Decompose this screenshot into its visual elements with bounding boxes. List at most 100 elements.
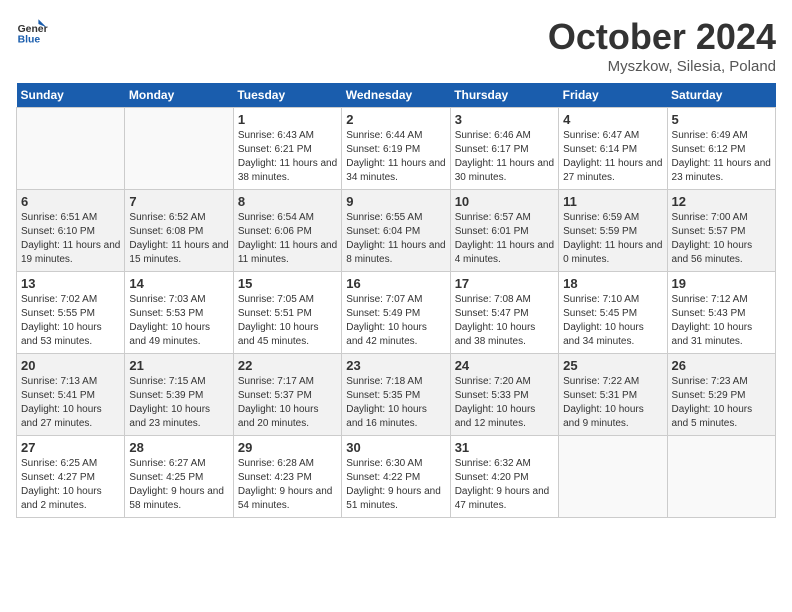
day-number: 15 xyxy=(238,276,337,291)
day-info: Sunrise: 7:05 AM Sunset: 5:51 PM Dayligh… xyxy=(238,293,337,349)
day-info: Sunrise: 7:00 AM Sunset: 5:57 PM Dayligh… xyxy=(672,211,771,267)
day-number: 21 xyxy=(129,358,228,373)
day-info: Sunrise: 6:27 AM Sunset: 4:25 PM Dayligh… xyxy=(129,457,228,513)
day-number: 17 xyxy=(455,276,554,291)
day-number: 23 xyxy=(346,358,445,373)
day-number: 31 xyxy=(455,440,554,455)
calendar-cell: 6 Sunrise: 6:51 AM Sunset: 6:10 PM Daylig… xyxy=(17,190,125,272)
calendar-cell: 8Sunrise: 6:54 AM Sunset: 6:06 PM Daylig… xyxy=(233,190,341,272)
calendar-cell: 12 Sunrise: 7:00 AM Sunset: 5:57 PM Dayli… xyxy=(667,190,775,272)
day-info: Sunrise: 6:28 AM Sunset: 4:23 PM Dayligh… xyxy=(238,457,337,513)
day-number: 3 xyxy=(455,112,554,127)
day-number: 27 xyxy=(21,440,120,455)
calendar-cell: 26 Sunrise: 7:23 AM Sunset: 5:29 PM Dayli… xyxy=(667,354,775,436)
day-info: Sunrise: 6:59 AM Sunset: 5:59 PM Dayligh… xyxy=(563,211,662,267)
calendar-cell xyxy=(17,108,125,190)
calendar-cell: 15 Sunrise: 7:05 AM Sunset: 5:51 PM Dayli… xyxy=(233,272,341,354)
calendar-cell: 28 Sunrise: 6:27 AM Sunset: 4:25 PM Dayli… xyxy=(125,436,233,518)
calendar-table: SundayMondayTuesdayWednesdayThursdayFrid… xyxy=(16,83,776,518)
calendar-cell: 21 Sunrise: 7:15 AM Sunset: 5:39 PM Dayli… xyxy=(125,354,233,436)
calendar-cell: 20 Sunrise: 7:13 AM Sunset: 5:41 PM Dayli… xyxy=(17,354,125,436)
day-number: 16 xyxy=(346,276,445,291)
day-info: Sunrise: 7:13 AM Sunset: 5:41 PM Dayligh… xyxy=(21,375,120,431)
calendar-cell: 25 Sunrise: 7:22 AM Sunset: 5:31 PM Dayli… xyxy=(559,354,667,436)
day-info: Sunrise: 6:52 AM Sunset: 6:08 PM Dayligh… xyxy=(129,211,228,267)
calendar-cell: 1 Sunrise: 6:43 AM Sunset: 6:21 PM Daylig… xyxy=(233,108,341,190)
day-number: 18 xyxy=(563,276,662,291)
calendar-cell xyxy=(667,436,775,518)
day-info: Sunrise: 7:08 AM Sunset: 5:47 PM Dayligh… xyxy=(455,293,554,349)
calendar-cell: 11 Sunrise: 6:59 AM Sunset: 5:59 PM Dayli… xyxy=(559,190,667,272)
calendar-cell: 14 Sunrise: 7:03 AM Sunset: 5:53 PM Dayli… xyxy=(125,272,233,354)
weekday-header-sunday: Sunday xyxy=(17,83,125,108)
calendar-cell xyxy=(125,108,233,190)
day-number: 5 xyxy=(672,112,771,127)
calendar-cell: 13Sunrise: 7:02 AM Sunset: 5:55 PM Dayli… xyxy=(17,272,125,354)
day-info: Sunrise: 6:51 AM Sunset: 6:10 PM Dayligh… xyxy=(21,211,120,267)
day-number: 26 xyxy=(672,358,771,373)
day-number: 29 xyxy=(238,440,337,455)
day-info: Sunrise: 6:54 AM Sunset: 6:06 PM Dayligh… xyxy=(238,211,337,267)
calendar-cell: 3 Sunrise: 6:46 AM Sunset: 6:17 PM Daylig… xyxy=(450,108,558,190)
day-number: 9 xyxy=(346,194,445,209)
weekday-header-thursday: Thursday xyxy=(450,83,558,108)
calendar-cell: 24 Sunrise: 7:20 AM Sunset: 5:33 PM Dayli… xyxy=(450,354,558,436)
day-info: Sunrise: 6:47 AM Sunset: 6:14 PM Dayligh… xyxy=(563,129,662,185)
day-number: 19 xyxy=(672,276,771,291)
day-number: 6 xyxy=(21,194,120,209)
calendar-cell: 30 Sunrise: 6:30 AM Sunset: 4:22 PM Dayli… xyxy=(342,436,450,518)
day-info: Sunrise: 7:23 AM Sunset: 5:29 PM Dayligh… xyxy=(672,375,771,431)
calendar-cell: 19 Sunrise: 7:12 AM Sunset: 5:43 PM Dayli… xyxy=(667,272,775,354)
day-info: Sunrise: 7:07 AM Sunset: 5:49 PM Dayligh… xyxy=(346,293,445,349)
day-number: 1 xyxy=(238,112,337,127)
day-info: Sunrise: 7:12 AM Sunset: 5:43 PM Dayligh… xyxy=(672,293,771,349)
calendar-cell: 7 Sunrise: 6:52 AM Sunset: 6:08 PM Daylig… xyxy=(125,190,233,272)
calendar-cell: 16 Sunrise: 7:07 AM Sunset: 5:49 PM Dayli… xyxy=(342,272,450,354)
calendar-cell: 17 Sunrise: 7:08 AM Sunset: 5:47 PM Dayli… xyxy=(450,272,558,354)
day-number: 24 xyxy=(455,358,554,373)
day-info: Sunrise: 6:55 AM Sunset: 6:04 PM Dayligh… xyxy=(346,211,445,267)
weekday-header-wednesday: Wednesday xyxy=(342,83,450,108)
day-number: 7 xyxy=(129,194,228,209)
day-info: Sunrise: 7:03 AM Sunset: 5:53 PM Dayligh… xyxy=(129,293,228,349)
day-number: 11 xyxy=(563,194,662,209)
day-number: 2 xyxy=(346,112,445,127)
day-info: Sunrise: 6:57 AM Sunset: 6:01 PM Dayligh… xyxy=(455,211,554,267)
svg-text:Blue: Blue xyxy=(18,34,41,45)
month-title: October 2024 xyxy=(548,16,776,58)
calendar-cell xyxy=(559,436,667,518)
day-info: Sunrise: 7:10 AM Sunset: 5:45 PM Dayligh… xyxy=(563,293,662,349)
day-info: Sunrise: 7:02 AM Sunset: 5:55 PM Dayligh… xyxy=(21,293,120,349)
day-info: Sunrise: 6:30 AM Sunset: 4:22 PM Dayligh… xyxy=(346,457,445,513)
day-info: Sunrise: 7:18 AM Sunset: 5:35 PM Dayligh… xyxy=(346,375,445,431)
calendar-cell: 23 Sunrise: 7:18 AM Sunset: 5:35 PM Dayli… xyxy=(342,354,450,436)
weekday-header-friday: Friday xyxy=(559,83,667,108)
day-info: Sunrise: 6:25 AM Sunset: 4:27 PM Dayligh… xyxy=(21,457,120,513)
calendar-cell: 27 Sunrise: 6:25 AM Sunset: 4:27 PM Dayli… xyxy=(17,436,125,518)
day-number: 14 xyxy=(129,276,228,291)
day-info: Sunrise: 6:46 AM Sunset: 6:17 PM Dayligh… xyxy=(455,129,554,185)
weekday-header-saturday: Saturday xyxy=(667,83,775,108)
day-info: Sunrise: 7:20 AM Sunset: 5:33 PM Dayligh… xyxy=(455,375,554,431)
calendar-cell: 10 Sunrise: 6:57 AM Sunset: 6:01 PM Dayli… xyxy=(450,190,558,272)
title-block: October 2024 Myszkow, Silesia, Poland xyxy=(548,16,776,75)
day-number: 22 xyxy=(238,358,337,373)
day-info: Sunrise: 7:22 AM Sunset: 5:31 PM Dayligh… xyxy=(563,375,662,431)
day-number: 30 xyxy=(346,440,445,455)
day-number: 28 xyxy=(129,440,228,455)
day-info: Sunrise: 6:49 AM Sunset: 6:12 PM Dayligh… xyxy=(672,129,771,185)
day-info: Sunrise: 7:17 AM Sunset: 5:37 PM Dayligh… xyxy=(238,375,337,431)
day-number: 10 xyxy=(455,194,554,209)
logo-icon: General Blue xyxy=(16,16,48,48)
location: Myszkow, Silesia, Poland xyxy=(548,58,776,75)
weekday-header-tuesday: Tuesday xyxy=(233,83,341,108)
calendar-cell: 18 Sunrise: 7:10 AM Sunset: 5:45 PM Dayli… xyxy=(559,272,667,354)
day-info: Sunrise: 6:44 AM Sunset: 6:19 PM Dayligh… xyxy=(346,129,445,185)
day-info: Sunrise: 7:15 AM Sunset: 5:39 PM Dayligh… xyxy=(129,375,228,431)
day-number: 25 xyxy=(563,358,662,373)
calendar-cell: 4Sunrise: 6:47 AM Sunset: 6:14 PM Daylig… xyxy=(559,108,667,190)
day-info: Sunrise: 6:43 AM Sunset: 6:21 PM Dayligh… xyxy=(238,129,337,185)
day-number: 12 xyxy=(672,194,771,209)
calendar-cell: 5 Sunrise: 6:49 AM Sunset: 6:12 PM Daylig… xyxy=(667,108,775,190)
day-number: 20 xyxy=(21,358,120,373)
